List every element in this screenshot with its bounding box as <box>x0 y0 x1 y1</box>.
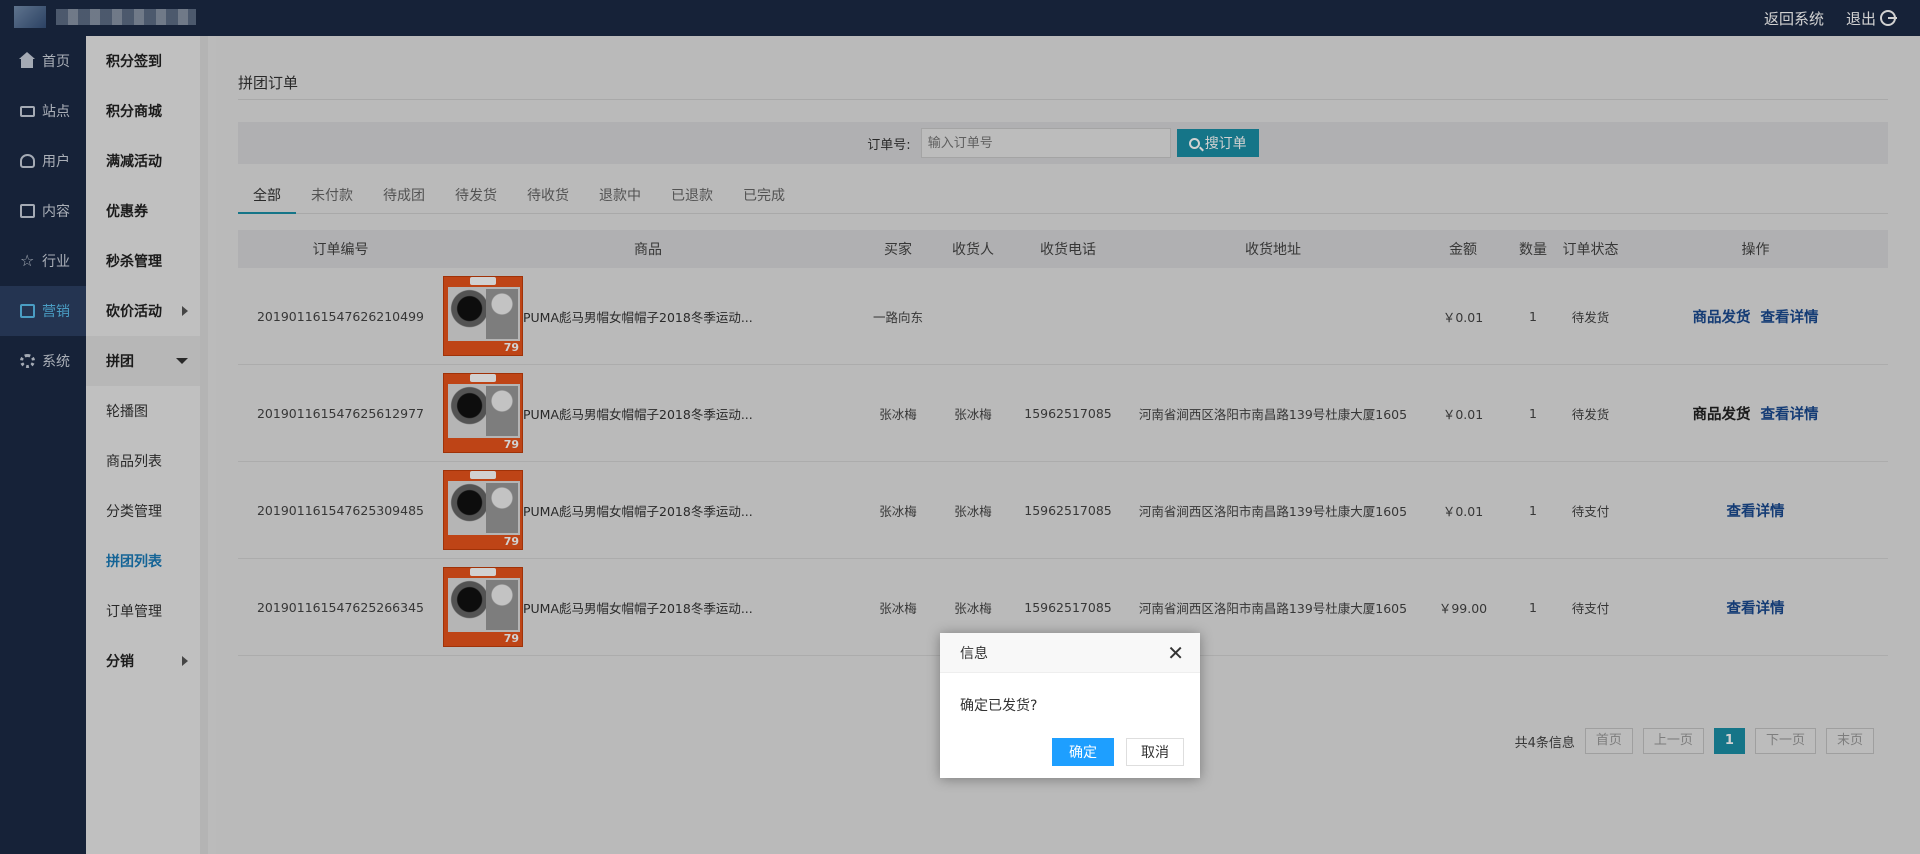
dialog-buttons: 确定 取消 <box>1052 738 1184 766</box>
cancel-button[interactable]: 取消 <box>1126 738 1184 766</box>
dialog-header: 信息 ✕ <box>940 633 1200 673</box>
close-icon[interactable]: ✕ <box>1167 643 1184 663</box>
confirm-dialog: 信息 ✕ 确定已发货? 确定 取消 <box>940 633 1200 778</box>
confirm-button[interactable]: 确定 <box>1052 738 1114 766</box>
dialog-message: 确定已发货? <box>960 698 1038 714</box>
dialog-title: 信息 <box>960 645 988 662</box>
